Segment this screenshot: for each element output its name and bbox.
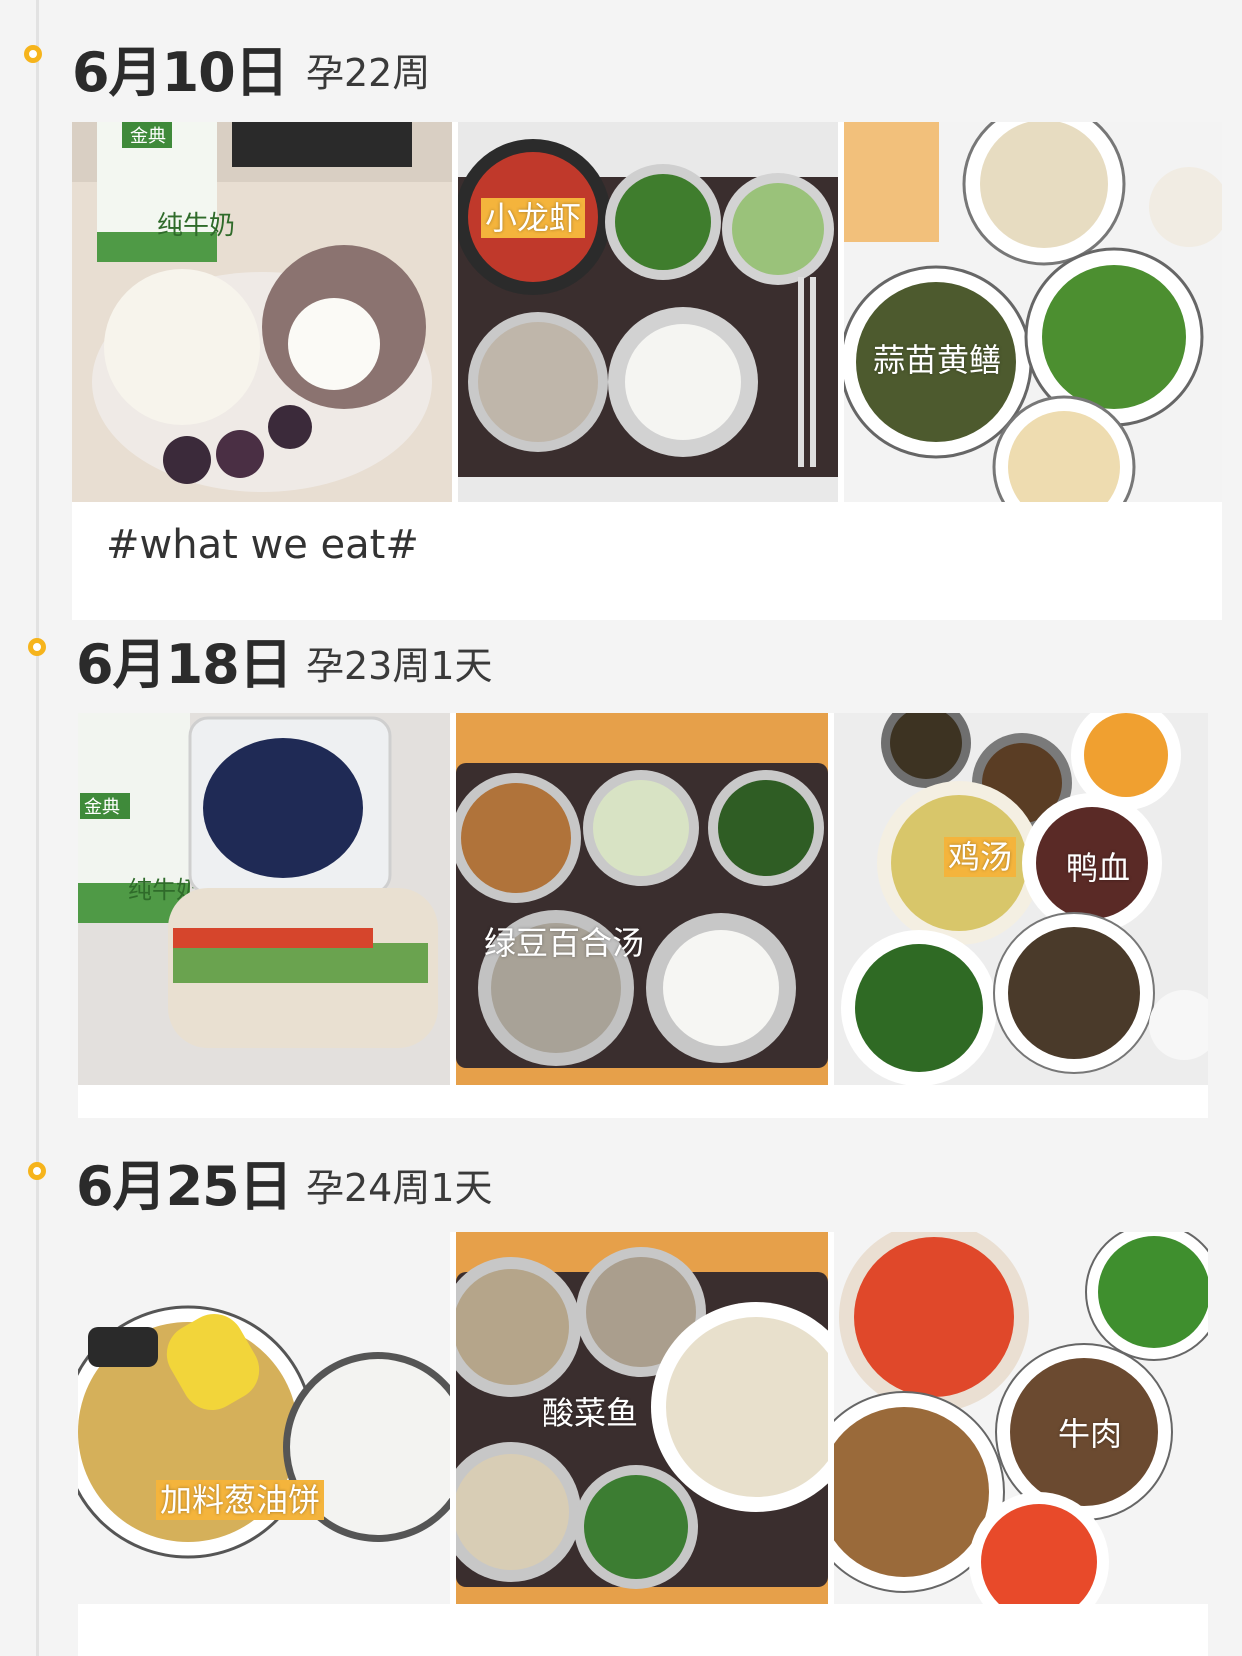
photo-breakfast[interactable]	[78, 1232, 450, 1604]
brand-label: 金典	[84, 797, 120, 818]
photo-dinner[interactable]	[844, 122, 1222, 502]
dinner-image	[834, 1232, 1208, 1604]
entry-caption: #what we eat#	[106, 522, 419, 568]
food-tag: 牛肉	[1058, 1415, 1123, 1453]
food-tag: 绿豆百合汤	[484, 924, 645, 962]
photo-breakfast[interactable]: 金典 纯牛奶	[78, 713, 450, 1085]
photo-lunch[interactable]	[456, 713, 828, 1085]
food-tag: 鸡汤	[944, 837, 1017, 877]
entry-week: 孕24周1天	[306, 1166, 493, 1210]
timeline-dot	[28, 1162, 46, 1180]
photo-breakfast[interactable]: 金典 纯牛奶	[72, 122, 452, 502]
photo-dinner[interactable]	[834, 1232, 1208, 1604]
lunch-image	[456, 713, 828, 1085]
breakfast-image: 金典 纯牛奶	[78, 713, 450, 1085]
food-tag: 小龙虾	[481, 198, 586, 238]
dinner-image	[844, 122, 1222, 502]
food-tag: 鸭血	[1066, 849, 1131, 887]
lunch-image	[458, 122, 838, 502]
entry-week: 孕22周	[306, 51, 431, 95]
timeline-line	[36, 0, 39, 1656]
food-tag: 蒜苗黄鳝	[873, 341, 1002, 379]
timeline-dot	[28, 638, 46, 656]
entry-card	[78, 1232, 1208, 1656]
timeline-dot	[24, 45, 42, 63]
entry-date: 6月18日	[76, 633, 293, 696]
photo-lunch[interactable]	[458, 122, 838, 502]
breakfast-image	[78, 1232, 450, 1604]
brand-label: 金典	[130, 126, 166, 147]
photo-dinner[interactable]	[834, 713, 1208, 1085]
entry-date: 6月10日	[72, 41, 289, 104]
entry-card: 金典 纯牛奶	[72, 122, 1222, 620]
dinner-image	[834, 713, 1208, 1085]
entry-card: 金典 纯牛奶	[78, 713, 1208, 1118]
entry-date: 6月25日	[76, 1155, 293, 1218]
food-tag: 加料葱油饼	[156, 1480, 325, 1520]
breakfast-image: 金典 纯牛奶	[72, 122, 452, 502]
milk-label: 纯牛奶	[157, 211, 235, 241]
entry-week: 孕23周1天	[306, 644, 493, 688]
food-tag: 酸菜鱼	[542, 1394, 639, 1432]
